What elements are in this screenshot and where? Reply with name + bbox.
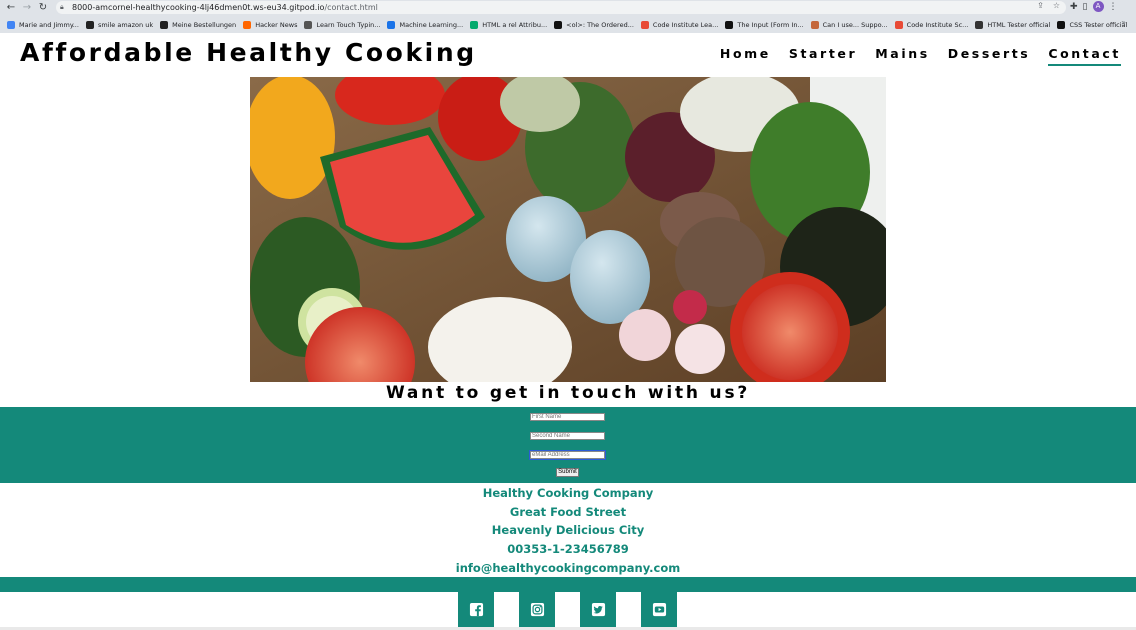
bookmark-label: Machine Learning... <box>399 20 464 29</box>
ml-icon <box>387 20 396 29</box>
contact-heading: Want to get in touch with us? <box>385 383 751 403</box>
vegetables-photo <box>250 77 886 382</box>
bookmark-item[interactable]: Marie and Jimmy... <box>7 20 79 29</box>
instagram-icon <box>530 602 544 617</box>
city: Heavenly Delicious City <box>491 523 645 538</box>
bookmarks-bar: Marie and Jimmy... smile amazon uk Meine B… <box>0 16 1136 33</box>
hacker-news-icon <box>243 20 252 29</box>
facebook-icon <box>469 602 483 617</box>
bookmark-label: HTML Tester official <box>987 20 1051 29</box>
bookmark-star-icon[interactable]: ☆ <box>1053 1 1060 10</box>
lock-icon: 🔒︎ <box>60 3 64 11</box>
youtube-link[interactable] <box>641 592 677 627</box>
mdn-icon <box>725 20 734 29</box>
bookmark-label: Meine Bestellungen <box>172 20 237 29</box>
bookmark-item[interactable]: The Input (Form In... <box>725 20 804 29</box>
caniuse-icon <box>810 20 819 29</box>
url-host: 8000-amcornel-healthycooking-4lj46dmen0t… <box>72 3 325 12</box>
browser-chrome: ← → ↻ 🔒︎ 8000-amcornel-healthycooking-4l… <box>0 0 1136 33</box>
bookmark-item[interactable]: Can I use... Suppo... <box>810 20 888 29</box>
bookmark-label: Marie and Jimmy... <box>19 20 79 29</box>
validator-icon <box>1057 20 1066 29</box>
main-nav: Home Starter Mains Desserts Contact <box>720 46 1121 66</box>
bookmark-item[interactable]: Hacker News <box>243 20 298 29</box>
company-name: Healthy Cooking Company <box>482 486 654 500</box>
second-name-input[interactable] <box>530 432 605 440</box>
toolbar: ← → ↻ 🔒︎ 8000-amcornel-healthycooking-4l… <box>0 0 1136 15</box>
bookmark-item[interactable]: Meine Bestellungen <box>160 20 237 29</box>
nav-link-contact[interactable]: Contact <box>1048 46 1121 66</box>
amazon-icon <box>160 20 169 29</box>
submit-button[interactable]: Submit <box>556 468 579 477</box>
street: Great Food Street <box>509 504 627 519</box>
youtube-icon <box>652 602 666 617</box>
sidepanel-icon[interactable]: ▯ <box>1083 2 1088 12</box>
footer <box>0 592 1136 630</box>
twitter-link[interactable] <box>580 592 616 627</box>
google-icon <box>7 20 15 29</box>
company-address: Healthy Cooking Company Great Food Stree… <box>0 483 1136 576</box>
w3-icon <box>470 20 479 29</box>
twitter-icon <box>591 602 605 617</box>
amazon-icon <box>85 20 94 29</box>
bookmark-item[interactable]: HTML Tester official <box>975 20 1051 29</box>
email-address: info@healthycookingcompany.com <box>455 560 681 575</box>
nav-link-home[interactable]: Home <box>720 46 771 66</box>
code-institute-icon <box>894 20 903 29</box>
forward-icon[interactable]: → <box>19 1 35 15</box>
more-bookmarks-icon[interactable]: » <box>1121 18 1126 27</box>
hero-image <box>250 77 886 382</box>
bookmark-label: Hacker News <box>255 20 298 29</box>
nav-link-starter[interactable]: Starter <box>789 46 857 66</box>
site-title[interactable]: Affordable Healthy Cooking <box>20 38 477 67</box>
profile-avatar[interactable]: A <box>1092 1 1104 12</box>
back-icon[interactable]: ← <box>3 1 19 15</box>
first-name-input[interactable] <box>530 413 605 421</box>
bookmark-label: Learn Touch Typin... <box>316 20 381 29</box>
bookmark-label: Can I use... Suppo... <box>822 20 888 29</box>
bookmark-label: The Input (Form In... <box>737 20 804 29</box>
contact-form: Submit <box>0 407 1136 483</box>
footer-bar <box>0 577 1136 592</box>
bookmark-item[interactable]: Code Institute Lea... <box>640 20 719 29</box>
share-icon[interactable]: ⇪ <box>1037 1 1044 10</box>
typing-icon <box>304 20 313 29</box>
url-path: /contact.html <box>324 3 378 12</box>
bookmark-item[interactable]: smile amazon uk <box>85 20 154 29</box>
address-bar[interactable]: 🔒︎ 8000-amcornel-healthycooking-4lj46dme… <box>56 1 1066 14</box>
email-input[interactable] <box>529 450 606 460</box>
menu-icon[interactable]: ⋮ <box>1109 2 1118 12</box>
validator-icon <box>975 20 984 29</box>
reload-icon[interactable]: ↻ <box>35 1 51 15</box>
bookmark-label: smile amazon uk <box>97 20 154 29</box>
extensions-icon[interactable]: ✚ <box>1070 2 1078 12</box>
nav-link-desserts[interactable]: Desserts <box>948 46 1031 66</box>
bookmark-item[interactable]: Learn Touch Typin... <box>304 20 381 29</box>
bookmark-label: HTML a rel Attribu... <box>482 20 548 29</box>
bookmark-item[interactable]: Machine Learning... <box>387 20 464 29</box>
nav-link-mains[interactable]: Mains <box>875 46 930 66</box>
phone: 00353-1-23456789 <box>507 542 629 557</box>
site-header: Affordable Healthy Cooking Home Starter Ma… <box>0 33 1136 77</box>
bookmark-item[interactable]: CSS Tester official <box>1057 20 1128 29</box>
mdn-icon <box>554 20 563 29</box>
bookmark-item[interactable]: HTML a rel Attribu... <box>470 20 548 29</box>
bookmark-label: Code Institute Sc... <box>906 20 969 29</box>
code-institute-icon <box>640 20 649 29</box>
bookmark-item[interactable]: <ol>: The Ordered... <box>554 20 634 29</box>
bookmark-label: CSS Tester official <box>1069 20 1128 29</box>
bookmark-item[interactable]: Code Institute Sc... <box>894 20 969 29</box>
bookmark-label: Code Institute Lea... <box>652 20 719 29</box>
facebook-link[interactable] <box>458 592 494 627</box>
instagram-link[interactable] <box>519 592 555 627</box>
bookmark-label: <ol>: The Ordered... <box>566 20 634 29</box>
